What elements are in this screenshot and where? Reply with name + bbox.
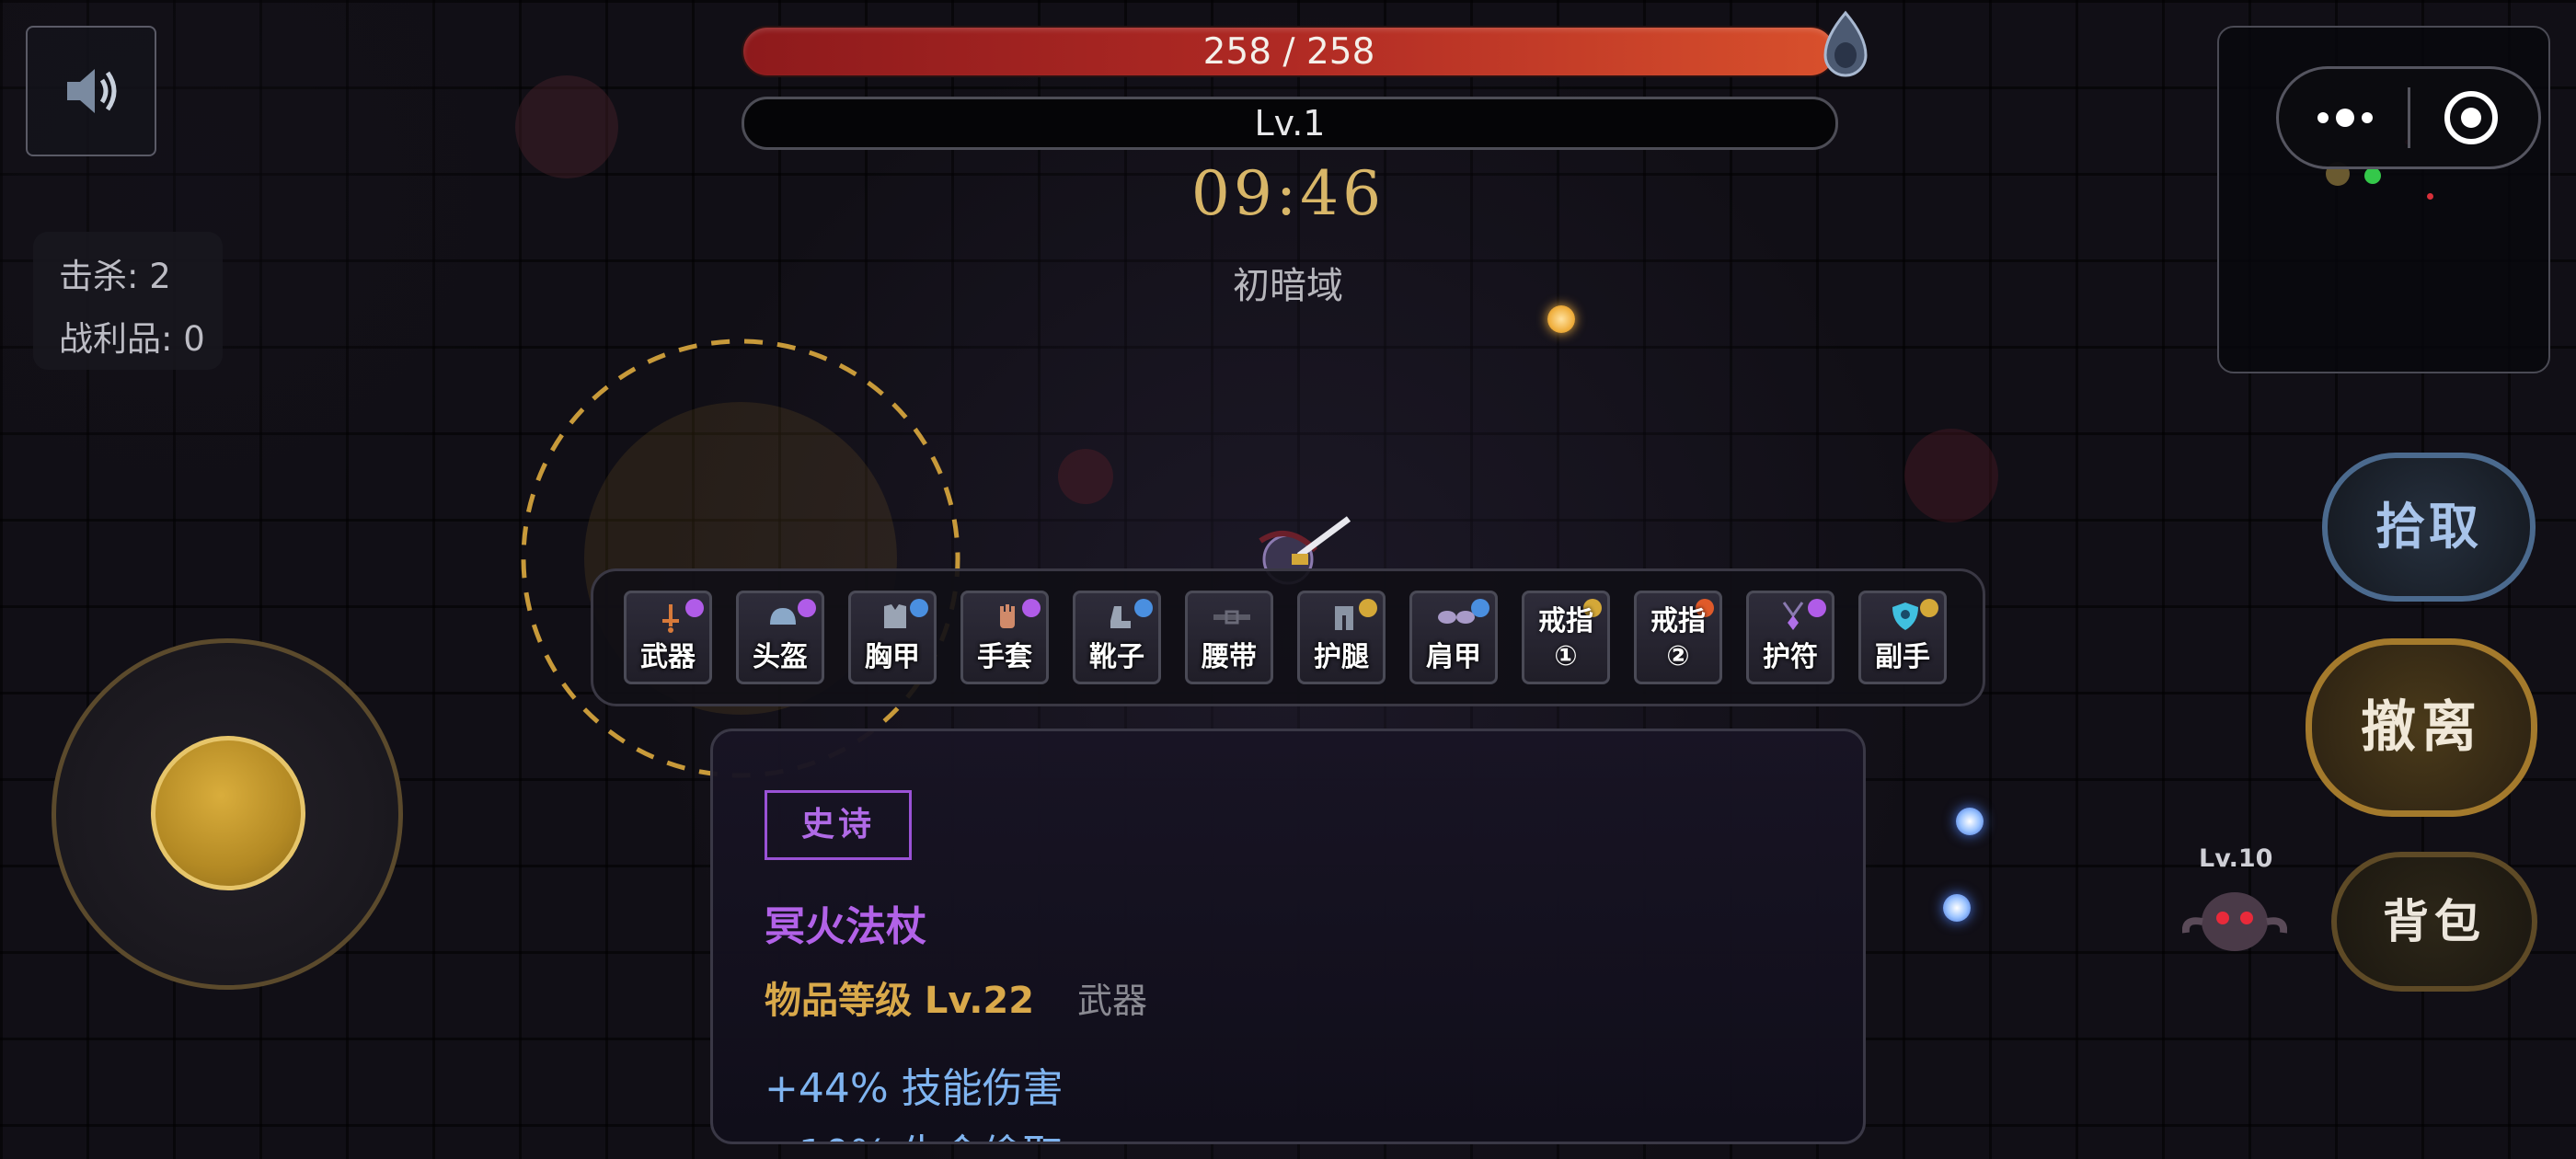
enemy-creature: [2182, 892, 2287, 951]
equip-slot-helmet[interactable]: 头盔: [736, 591, 824, 684]
leggings-icon: [1335, 606, 1353, 630]
experience-bar: Lv.1: [742, 97, 1838, 150]
player-level: Lv.1: [1254, 103, 1326, 143]
slot-label: 武器: [640, 641, 696, 673]
sword-icon: [662, 604, 679, 633]
player-aura-ring: [521, 339, 960, 778]
gloves-icon: [1000, 604, 1015, 628]
rarity-dot: [798, 599, 816, 617]
floor-stain: [515, 75, 618, 178]
helmet-icon: [770, 608, 796, 625]
loot-count: 战利品: 0: [59, 319, 205, 359]
equip-slot-shoulders[interactable]: 肩甲: [1409, 591, 1498, 684]
offhand-shield-icon: [1892, 602, 1918, 630]
pickup-button[interactable]: 拾取: [2322, 453, 2536, 602]
rarity-dot: [685, 599, 704, 617]
slot-label: 护符: [1763, 641, 1818, 673]
kills-count: 击杀: 2: [59, 257, 171, 296]
slot-label: 头盔: [753, 641, 808, 673]
equip-slot-chest[interactable]: 胸甲: [848, 591, 937, 684]
equip-slot-offhand[interactable]: 副手: [1858, 591, 1947, 684]
backpack-button[interactable]: 背包: [2331, 852, 2537, 992]
equip-slot-ring-2[interactable]: 戒指 ②: [1634, 591, 1722, 684]
xp-orb[interactable]: [1943, 894, 1971, 922]
equip-slot-ring-1[interactable]: 戒指 ①: [1522, 591, 1610, 684]
slot-label: 肩甲: [1426, 641, 1481, 673]
run-stats-panel: 击杀: 2 战利品: 0: [33, 232, 223, 370]
joystick-knob[interactable]: [151, 736, 305, 890]
slot-label: 戒指 ②: [1650, 605, 1706, 672]
belt-icon: [1213, 610, 1250, 625]
item-slot-type: 武器: [1077, 981, 1148, 1021]
zone-name: 初暗域: [1233, 265, 1343, 307]
slot-label: 靴子: [1089, 641, 1144, 673]
item-stat: +44% 技能伤害: [765, 1065, 1064, 1112]
minimap-enemy-marker: [2427, 193, 2433, 200]
slot-label: 副手: [1875, 641, 1930, 673]
slot-label: 胸甲: [865, 641, 920, 673]
speaker-icon: [67, 69, 117, 113]
equip-slot-boots[interactable]: 靴子: [1073, 591, 1161, 684]
equip-slot-belt[interactable]: 腰带: [1185, 591, 1273, 684]
equip-slot-weapon[interactable]: 武器: [624, 591, 712, 684]
rarity-dot: [1134, 599, 1153, 617]
shield-orb-icon: [1823, 10, 1868, 77]
enemy-level-label: Lv.10: [2199, 844, 2273, 873]
slot-label: 戒指 ①: [1538, 605, 1593, 672]
equip-slot-leggings[interactable]: 护腿: [1297, 591, 1386, 684]
equip-slot-gloves[interactable]: 手套: [960, 591, 1049, 684]
rarity-dot: [1920, 599, 1938, 617]
chest-armor-icon: [884, 604, 906, 628]
run-timer: 09:46: [1190, 158, 1386, 229]
gold-orb[interactable]: [1547, 305, 1575, 333]
xp-orb[interactable]: [1956, 808, 1984, 835]
item-name: 冥火法杖: [765, 903, 926, 950]
equip-slot-amulet[interactable]: 护符: [1746, 591, 1834, 684]
sound-toggle-button[interactable]: [26, 26, 156, 156]
health-bar: 258 / 258: [742, 26, 1836, 77]
health-value: 258 / 258: [1202, 31, 1375, 73]
slot-label: 护腿: [1314, 641, 1369, 673]
more-options-icon[interactable]: [2314, 102, 2376, 133]
mini-program-capsule: [2276, 66, 2541, 169]
slot-label: 手套: [977, 641, 1032, 673]
rarity-dot: [1359, 599, 1377, 617]
minimap-player-marker: [2364, 167, 2381, 184]
slot-label: 腰带: [1202, 641, 1257, 673]
rarity-badge: 史诗: [765, 790, 912, 860]
capsule-divider: [2408, 87, 2410, 148]
item-tooltip: 史诗 冥火法杖 物品等级 Lv.22 武器 +44% 技能伤害 +10% 生命偷…: [710, 729, 1866, 1144]
rarity-dot: [1022, 599, 1041, 617]
boots-icon: [1110, 606, 1131, 628]
close-target-icon[interactable]: [2443, 89, 2500, 146]
shoulder-icon: [1438, 611, 1475, 624]
item-stat: +10% 生命偷取: [765, 1121, 1064, 1142]
amulet-icon: [1782, 602, 1804, 630]
item-level: 物品等级 Lv.22: [765, 980, 1035, 1022]
rarity-dot: [910, 599, 928, 617]
rarity-dot: [1808, 599, 1826, 617]
floor-stain: [1904, 429, 1998, 522]
floor-stain: [1058, 449, 1113, 504]
extract-button[interactable]: 撤离: [2306, 638, 2537, 817]
